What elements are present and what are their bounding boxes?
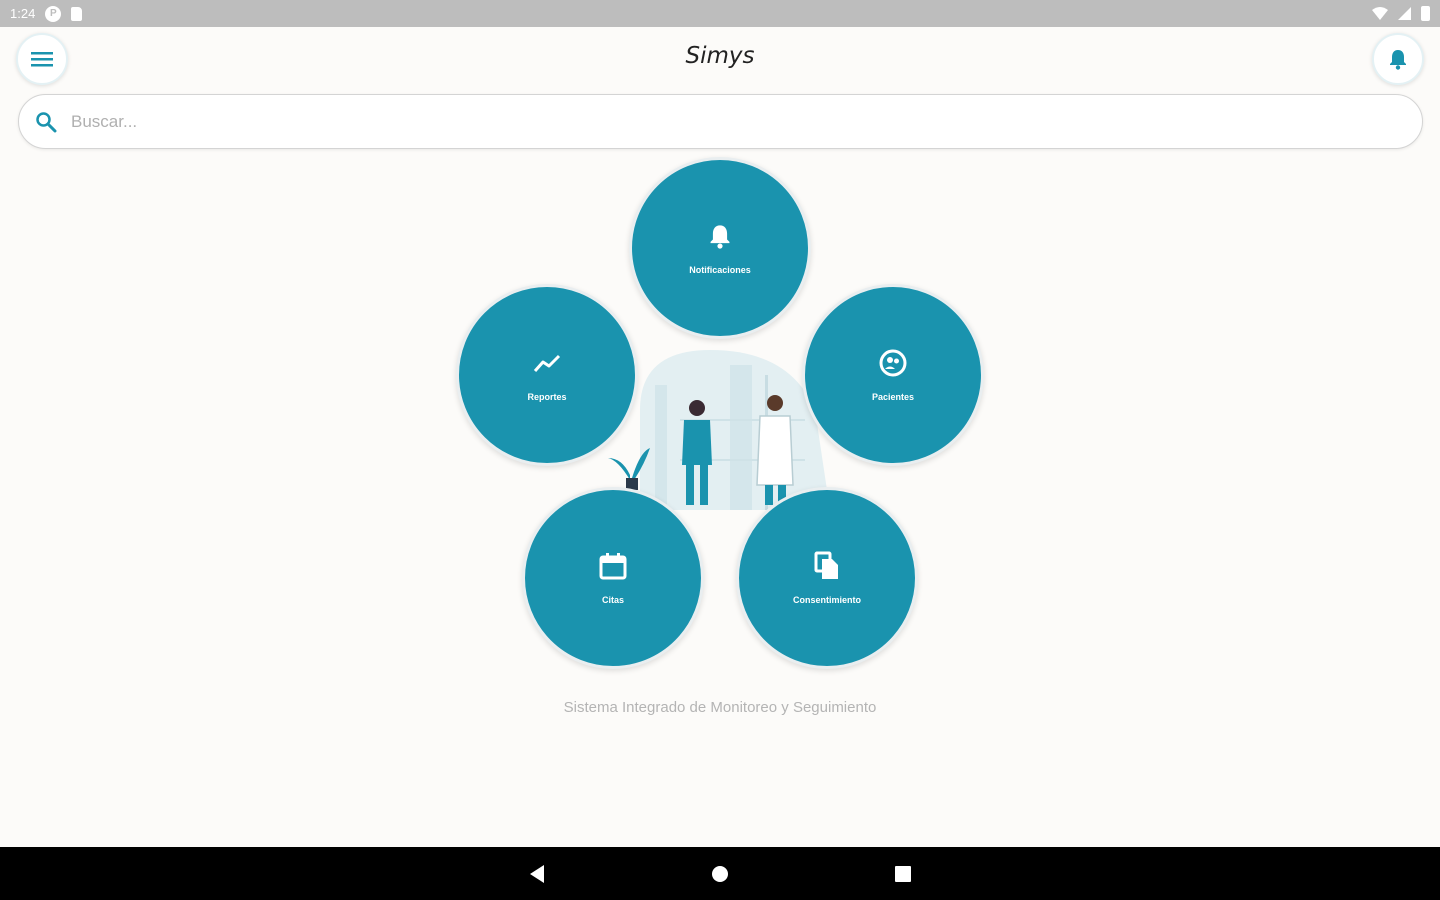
notifications-button[interactable]	[1372, 33, 1424, 85]
wifi-icon	[1372, 7, 1388, 20]
search-bar[interactable]	[18, 94, 1423, 149]
sd-card-icon	[71, 6, 83, 21]
citas-label: Citas	[601, 595, 624, 605]
consentimiento-label: Consentimiento	[792, 595, 861, 605]
home-circle-icon	[712, 866, 728, 882]
parking-badge-icon: P	[45, 5, 62, 22]
reportes-button[interactable]: Reportes	[456, 284, 638, 466]
status-time: 1:24	[10, 6, 36, 21]
status-bar: 1:24 P	[0, 0, 1440, 27]
navigation-bar	[0, 847, 1440, 900]
home-button[interactable]	[707, 861, 733, 887]
trend-icon	[532, 348, 562, 378]
calendar-icon	[598, 551, 628, 581]
search-icon	[36, 111, 57, 132]
pacientes-button[interactable]: Pacientes	[802, 284, 984, 466]
pacientes-label: Pacientes	[871, 392, 915, 402]
documents-icon	[812, 551, 842, 581]
notificaciones-button[interactable]: Notificaciones	[629, 157, 811, 339]
bell-icon	[705, 221, 735, 251]
recents-square-icon	[895, 866, 911, 882]
battery-icon	[1421, 6, 1430, 21]
app-subtitle: Sistema Integrado de Monitoreo y Seguimi…	[563, 699, 877, 716]
app-title: Simys	[685, 43, 755, 69]
signal-icon	[1398, 7, 1411, 20]
app-bar: Simys	[0, 27, 1440, 91]
back-button[interactable]	[524, 861, 550, 887]
status-left: 1:24 P	[10, 5, 83, 22]
status-right	[1372, 6, 1430, 21]
notificaciones-label: Notificaciones	[689, 265, 751, 275]
patients-icon	[878, 348, 908, 378]
search-input[interactable]	[71, 111, 1371, 132]
back-triangle-icon	[530, 865, 544, 883]
citas-button[interactable]: Citas	[522, 487, 704, 669]
consentimiento-button[interactable]: Consentimiento	[736, 487, 918, 669]
reportes-label: Reportes	[527, 392, 567, 402]
recents-button[interactable]	[890, 861, 916, 887]
bell-icon	[1390, 50, 1406, 70]
